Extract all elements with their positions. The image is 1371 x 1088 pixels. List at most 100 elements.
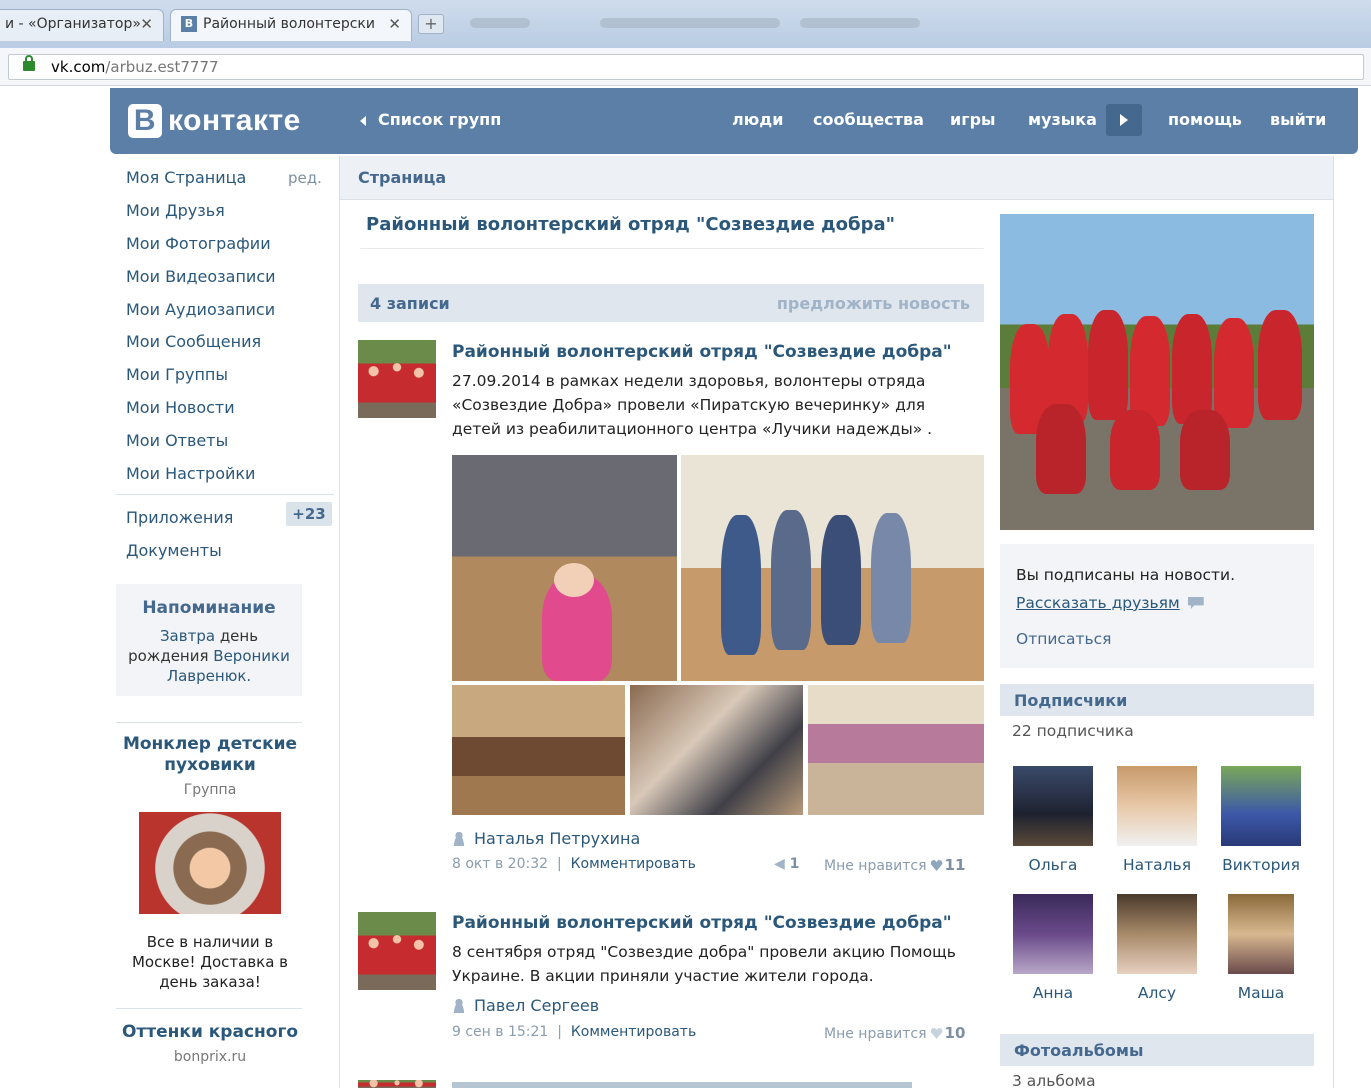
post-date[interactable]: 8 окт в 20:32 (452, 856, 548, 872)
new-tab-button[interactable]: + (418, 14, 444, 34)
follower-avatar[interactable] (1013, 894, 1093, 974)
post-avatar[interactable] (358, 340, 436, 418)
browser-tab-organizer[interactable]: и - «Организатор» ✕ (0, 9, 164, 41)
follower-avatar[interactable] (1013, 766, 1093, 846)
url-field[interactable]: vk.com/arbuz.est7777 (8, 54, 1364, 80)
reminder-box: Напоминание Завтра день рождения Вероник… (116, 584, 302, 696)
follower-name[interactable]: Виктория (1211, 856, 1311, 874)
sidebar-item-news[interactable]: Мои Новости (126, 398, 235, 417)
photo-figure (1036, 404, 1086, 494)
nav-communities[interactable]: сообщества (813, 110, 924, 129)
follower-avatar[interactable] (1221, 766, 1301, 846)
follower-name[interactable]: Ольга (1003, 856, 1103, 874)
follower-name[interactable]: Алсу (1107, 984, 1207, 1002)
url-path: /arbuz.est7777 (105, 58, 219, 76)
post-signer-name: Наталья Петрухина (474, 829, 641, 848)
nav-games[interactable]: игры (950, 110, 996, 129)
nav-logout[interactable]: выйти (1270, 110, 1326, 129)
browser-tab-bar: и - «Организатор» ✕ В Районный волонтерск… (0, 0, 1371, 48)
sidebar-item-messages[interactable]: Мои Сообщения (126, 332, 261, 351)
share-count: 1 (789, 856, 800, 872)
like-count: 11 (944, 856, 966, 874)
group-list-link[interactable]: Список групп (360, 110, 501, 129)
comment-link[interactable]: Комментировать (571, 856, 696, 872)
speech-bubble-icon (1187, 597, 1204, 609)
photo-figure (1214, 318, 1254, 428)
close-icon[interactable]: ✕ (140, 15, 153, 33)
follower-avatar[interactable] (1117, 766, 1197, 846)
like-button[interactable]: Мне нравится 11 (824, 856, 965, 874)
sidebar-item-friends[interactable]: Мои Друзья (126, 201, 225, 220)
albums-count[interactable]: 3 альбома (1012, 1072, 1096, 1088)
photo-figure (721, 515, 761, 655)
reminder-tomorrow-link[interactable]: Завтра (160, 627, 215, 645)
play-icon[interactable] (1106, 104, 1142, 136)
column-divider (339, 156, 340, 1088)
sidebar-item-answers[interactable]: Мои Ответы (126, 431, 228, 450)
nav-music[interactable]: музыка (1028, 110, 1097, 129)
ad-text[interactable]: Все в наличии в Москве! Доставка в день … (116, 932, 304, 992)
ad-image[interactable] (139, 812, 281, 914)
sidebar-item-apps[interactable]: Приложения (126, 508, 233, 527)
reminder-person-link[interactable]: Лавренюк. (167, 667, 251, 685)
unsubscribe-link[interactable]: Отписаться (1016, 630, 1111, 648)
subscribed-text: Вы подписаны на новости. (1016, 566, 1236, 584)
vk-header: Вконтакте Список групп люди сообщества и… (110, 88, 1358, 154)
post-photo[interactable] (452, 685, 625, 815)
vk-logo[interactable]: Вконтакте (128, 104, 301, 138)
apps-count-badge[interactable]: +23 (286, 502, 332, 526)
group-title: Районный волонтерский отряд "Созвездие д… (366, 214, 896, 235)
post-date[interactable]: 9 сен в 15:21 (452, 1024, 548, 1040)
post-signer[interactable]: Павел Сергеев (452, 996, 599, 1015)
post-photo[interactable] (681, 455, 984, 681)
comment-link[interactable]: Комментировать (571, 1024, 696, 1040)
follower-avatar[interactable] (1228, 894, 1294, 974)
like-button[interactable]: Мне нравится 10 (824, 1024, 965, 1042)
post-author-title[interactable]: Районный волонтерский отряд "Созвездие д… (452, 913, 952, 933)
follower-name[interactable]: Анна (1003, 984, 1103, 1002)
sidebar-item-my-page[interactable]: Моя Страница (126, 168, 246, 187)
post-avatar[interactable] (358, 1080, 436, 1088)
url-domain: vk.com (51, 58, 106, 76)
group-cover-photo[interactable] (1000, 214, 1314, 530)
post-author-title[interactable] (452, 1082, 912, 1088)
post-photo[interactable] (630, 685, 803, 815)
post-photo[interactable] (452, 455, 677, 681)
sidebar-item-documents[interactable]: Документы (126, 541, 222, 560)
photo-figure (554, 563, 594, 597)
edit-link[interactable]: ред. (288, 169, 322, 187)
wall-header: 4 записи предложить новость (358, 284, 984, 322)
browser-tab-volunteer[interactable]: В Районный волонтерски ✕ (170, 9, 412, 41)
follower-avatar[interactable] (1117, 894, 1197, 974)
post-photo[interactable] (808, 685, 984, 815)
tell-friends-link[interactable]: Рассказать друзьям (1016, 594, 1204, 612)
nav-people[interactable]: люди (732, 110, 783, 129)
share-button[interactable]: ◀ 1 (774, 856, 799, 872)
photo-figure (1172, 314, 1212, 424)
person-icon (452, 998, 466, 1013)
photo-figure (1180, 410, 1230, 490)
ad-source: bonprix.ru (173, 1049, 247, 1065)
followers-header[interactable]: Подписчики (1000, 684, 1314, 716)
post-signer[interactable]: Наталья Петрухина (452, 829, 640, 848)
post-avatar[interactable] (358, 912, 436, 990)
close-icon[interactable]: ✕ (388, 15, 401, 33)
follower-name[interactable]: Маша (1211, 984, 1311, 1002)
sidebar-item-photos[interactable]: Мои Фотографии (126, 234, 271, 253)
albums-header[interactable]: Фотоальбомы (1000, 1034, 1314, 1066)
sidebar-item-audio[interactable]: Мои Аудиозаписи (126, 300, 275, 319)
sidebar-item-groups[interactable]: Мои Группы (126, 365, 228, 384)
suggest-news-link[interactable]: предложить новость (777, 294, 970, 313)
wall-post-count[interactable]: 4 записи (370, 294, 450, 313)
sidebar-item-videos[interactable]: Мои Видеозаписи (126, 267, 276, 286)
nav-help[interactable]: помощь (1168, 110, 1242, 129)
ad-block-moncler[interactable]: Монклер детские пуховики Группа Все в на… (116, 734, 304, 992)
post-author-title[interactable]: Районный волонтерский отряд "Созвездие д… (452, 342, 952, 362)
ad-title[interactable]: Оттенки красного (116, 1022, 304, 1043)
follower-name[interactable]: Наталья (1107, 856, 1207, 874)
followers-count[interactable]: 22 подписчика (1012, 722, 1134, 740)
sidebar-item-settings[interactable]: Мои Настройки (126, 464, 255, 483)
ad-block-bonprix[interactable]: Оттенки красного bonprix.ru (116, 1022, 304, 1065)
ad-title[interactable]: Монклер детские пуховики (116, 734, 304, 776)
reminder-person-link[interactable]: Вероники (213, 647, 290, 665)
